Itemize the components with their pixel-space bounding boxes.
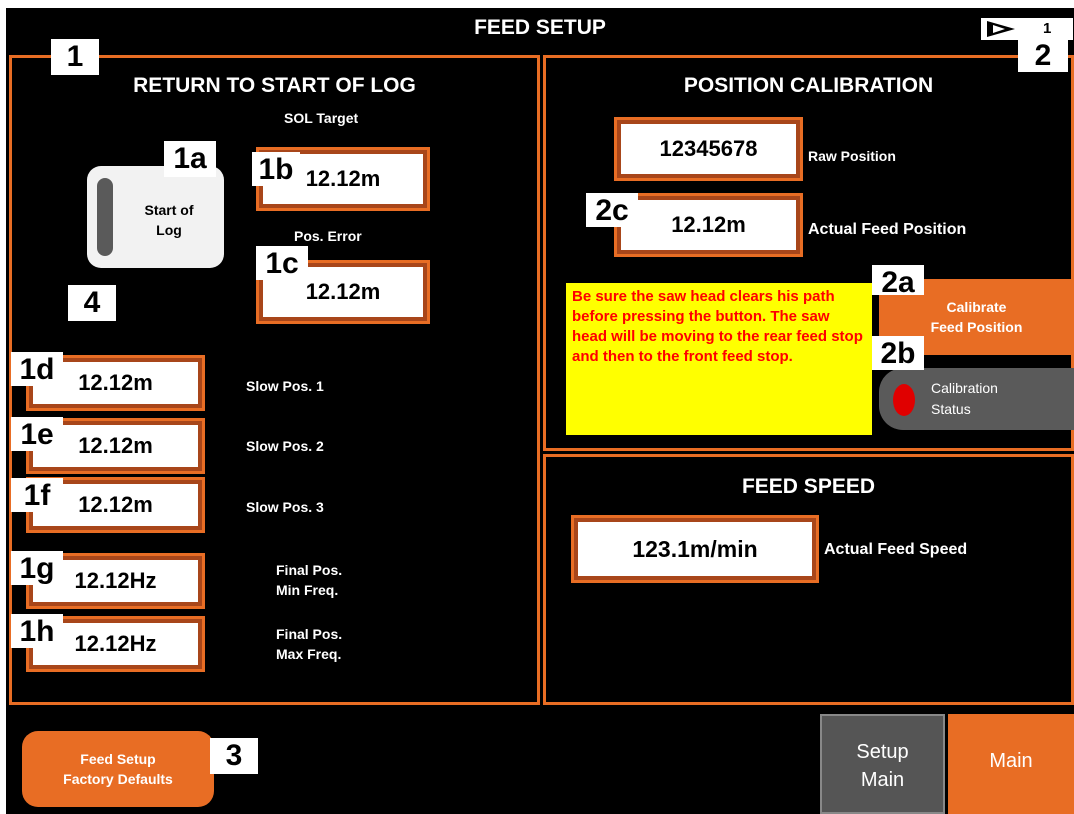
callout-1e: 1e: [11, 417, 63, 451]
page-number: 1: [1043, 20, 1052, 37]
callout-3: 3: [210, 738, 258, 774]
callout-1g: 1g: [11, 551, 63, 585]
calibration-status-lamp: [893, 384, 915, 416]
callout-2: 2: [1018, 38, 1068, 72]
raw-position-field: 12345678: [614, 117, 803, 181]
main-button[interactable]: Main: [948, 714, 1074, 814]
setup-main-label: Setup Main: [856, 741, 909, 791]
return-panel-title: RETURN TO START OF LOG: [133, 74, 416, 97]
feed-speed-panel-title: FEED SPEED: [741, 475, 876, 498]
calibration-status-label: Calibration Status: [931, 380, 998, 417]
raw-position-label: Raw Position: [808, 148, 896, 164]
callout-1b: 1b: [252, 152, 300, 186]
main-label: Main: [989, 750, 1033, 772]
actual-feed-position-field: 12.12m: [614, 193, 803, 257]
final-pos-max-freq-label: Final Pos. Max Freq.: [276, 626, 343, 662]
play-arrow-icon: [987, 21, 1015, 37]
callout-2b: 2b: [872, 336, 924, 370]
pos-error-label: Pos. Error: [294, 228, 362, 244]
page-indicator[interactable]: 1: [981, 18, 1073, 40]
actual-feed-speed-label: Actual Feed Speed: [824, 541, 968, 558]
slow-pos-1-label: Slow Pos. 1: [246, 378, 324, 394]
screen-title: FEED SETUP: [474, 16, 606, 39]
slow-pos-3-label: Slow Pos. 3: [246, 499, 324, 515]
final-pos-min-freq-label: Final Pos. Min Freq.: [276, 562, 343, 598]
sol-target-label: SOL Target: [284, 110, 359, 126]
callout-1c: 1c: [256, 246, 308, 280]
setup-main-button[interactable]: Setup Main: [820, 714, 945, 814]
hmi-screen: FEED SETUP 1 RETURN TO START OF LOG Star…: [6, 8, 1074, 814]
callout-4: 4: [68, 285, 116, 321]
feed-setup-factory-defaults-button[interactable]: Feed Setup Factory Defaults: [22, 731, 214, 807]
start-of-log-indicator: [97, 178, 113, 256]
callout-1h: 1h: [11, 614, 63, 648]
callout-1f: 1f: [11, 478, 63, 512]
callout-2a: 2a: [872, 265, 924, 299]
callout-2c: 2c: [586, 193, 638, 227]
calibration-warning: Be sure the saw head clears his path bef…: [566, 283, 872, 435]
start-of-log-button[interactable]: Start of Log: [87, 166, 224, 268]
callout-1d: 1d: [11, 352, 63, 386]
calibrate-feed-position-label: Calibrate Feed Position: [930, 299, 1023, 335]
actual-feed-speed-field: 123.1m/min: [571, 515, 819, 583]
factory-defaults-label: Feed Setup Factory Defaults: [63, 751, 173, 787]
position-panel-title: POSITION CALIBRATION: [683, 74, 934, 97]
calibration-status-indicator: Calibration Status: [879, 368, 1074, 430]
slow-pos-2-label: Slow Pos. 2: [246, 438, 324, 454]
start-of-log-label: Start of Log: [144, 202, 194, 238]
callout-1: 1: [51, 39, 99, 75]
callout-1a: 1a: [164, 141, 216, 177]
actual-feed-position-label: Actual Feed Position: [808, 221, 967, 238]
